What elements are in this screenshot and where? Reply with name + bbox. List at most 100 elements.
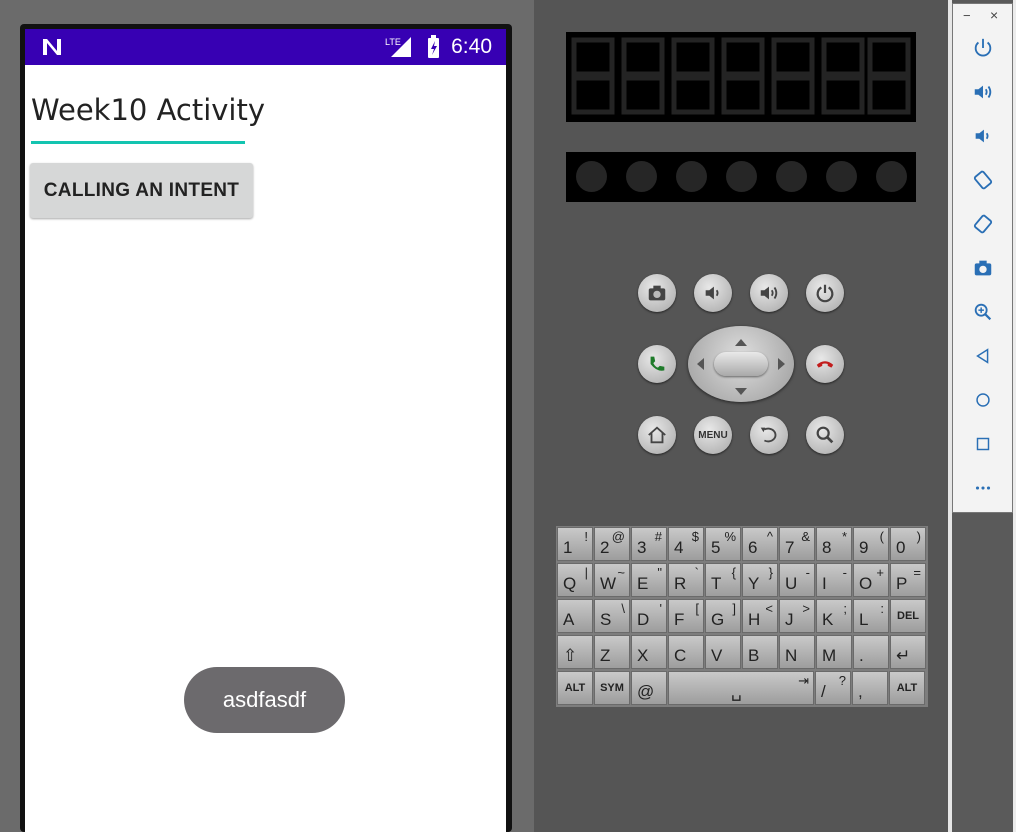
power-button[interactable] <box>806 274 844 312</box>
key-row2-7[interactable]: I- <box>816 563 852 597</box>
screenshot-icon[interactable] <box>972 257 994 279</box>
key-row4-1[interactable]: Z <box>594 635 630 669</box>
key-row2-0[interactable]: Q | <box>557 563 593 597</box>
key-row3-8[interactable]: L: <box>853 599 889 633</box>
volume-down-icon[interactable] <box>972 125 994 147</box>
key-row1-4[interactable]: 5% <box>705 527 741 561</box>
key-row2-3[interactable]: R ` <box>668 563 704 597</box>
key-alt-label: ⇥ <box>798 673 809 688</box>
key-row4-0[interactable]: ⇧ <box>557 635 593 669</box>
key-label: 4 <box>674 538 684 557</box>
key-row3-6[interactable]: J > <box>779 599 815 633</box>
title-edit-field[interactable]: Week10 Activity <box>31 93 265 127</box>
menu-button[interactable]: MENU <box>694 416 732 454</box>
key-alt-label: ' <box>659 601 662 616</box>
dpad-right-arrow-icon[interactable] <box>777 356 787 377</box>
key-row5-0[interactable]: ALT <box>557 671 593 705</box>
key-row2-8[interactable]: O + <box>853 563 889 597</box>
key-row1-2[interactable]: 3 # <box>631 527 667 561</box>
key-row1-5[interactable]: 6 ^ <box>742 527 778 561</box>
key-row5-5[interactable]: , <box>852 671 888 705</box>
key-label: O <box>859 574 873 593</box>
key-row3-3[interactable]: F[ <box>668 599 704 633</box>
dpad-down-arrow-icon[interactable] <box>733 384 749 402</box>
key-row4-3[interactable]: C <box>668 635 704 669</box>
overview-icon[interactable] <box>972 433 994 455</box>
key-row2-9[interactable]: P = <box>890 563 926 597</box>
key-row2-4[interactable]: T{ <box>705 563 741 597</box>
dpad-center-button[interactable] <box>714 352 768 376</box>
key-row2-1[interactable]: W ~ <box>594 563 630 597</box>
camera-button[interactable] <box>638 274 676 312</box>
key-row4-7[interactable]: M <box>816 635 852 669</box>
zoom-icon[interactable] <box>972 301 994 323</box>
back-icon[interactable] <box>972 345 994 367</box>
key-row3-1[interactable]: S \ <box>594 599 630 633</box>
led-indicator <box>776 161 807 192</box>
volume-down-button[interactable] <box>694 274 732 312</box>
calling-intent-button[interactable]: CALLING AN INTENT <box>30 163 253 218</box>
key-alt-label: ] <box>732 601 736 616</box>
key-alt-label: # <box>654 529 662 544</box>
key-alt-label: " <box>657 565 662 580</box>
key-row3-2[interactable]: D ' <box>631 599 667 633</box>
key-label: S <box>600 610 612 629</box>
key-row4-4[interactable]: V <box>705 635 741 669</box>
volume-up-button[interactable] <box>750 274 788 312</box>
key-row5-1[interactable]: SYM <box>594 671 630 705</box>
key-alt-label: ~ <box>617 565 625 580</box>
home-button[interactable] <box>638 416 676 454</box>
more-icon[interactable] <box>972 477 994 499</box>
key-row1-1[interactable]: 2 @ <box>594 527 630 561</box>
key-row4-2[interactable]: X <box>631 635 667 669</box>
emulator-side-toolbar: − × <box>952 3 1013 513</box>
power-icon <box>816 284 834 303</box>
key-label: 3 <box>637 538 647 557</box>
window-minimize-button[interactable]: − <box>963 8 971 23</box>
dpad-left-arrow-icon[interactable] <box>695 356 705 377</box>
key-row4-5[interactable]: B <box>742 635 778 669</box>
key-row5-6[interactable]: ALT <box>889 671 925 705</box>
call-button[interactable] <box>638 345 676 383</box>
key-row2-5[interactable]: Y} <box>742 563 778 597</box>
led-indicator <box>726 161 757 192</box>
key-row5-4[interactable]: /? <box>815 671 851 705</box>
key-label: Z <box>600 646 611 665</box>
key-row3-7[interactable]: K; <box>816 599 852 633</box>
calling-intent-button-label: CALLING AN INTENT <box>43 179 240 201</box>
key-row1-9[interactable]: 0) <box>890 527 926 561</box>
key-row1-0[interactable]: 1! <box>557 527 593 561</box>
led-indicator <box>676 161 707 192</box>
search-button[interactable] <box>806 416 844 454</box>
key-row4-8[interactable]: . <box>853 635 889 669</box>
window-close-button[interactable]: × <box>990 7 998 23</box>
power-icon[interactable] <box>972 37 994 59</box>
rotate-right-icon[interactable] <box>972 213 994 235</box>
key-row5-3[interactable]: ␣ ⇥ <box>668 671 814 705</box>
home-icon[interactable] <box>972 389 994 411</box>
lte-label: LTE <box>385 37 401 47</box>
key-row3-9[interactable]: DEL <box>890 599 926 633</box>
camera-icon <box>648 285 666 301</box>
dpad-up-arrow-icon[interactable] <box>733 334 749 352</box>
key-row4-9[interactable]: ↵ <box>890 635 926 669</box>
key-row4-6[interactable]: N <box>779 635 815 669</box>
key-row1-7[interactable]: 8 * <box>816 527 852 561</box>
key-row3-0[interactable]: A <box>557 599 593 633</box>
key-row5-2[interactable]: @ <box>631 671 667 705</box>
key-row3-4[interactable]: G] <box>705 599 741 633</box>
key-row1-8[interactable]: 9( <box>853 527 889 561</box>
end-call-button[interactable] <box>806 345 844 383</box>
key-label: @ <box>637 682 655 701</box>
key-row1-6[interactable]: 7 & <box>779 527 815 561</box>
key-row1-3[interactable]: 4 $ <box>668 527 704 561</box>
key-alt-label: - <box>842 565 847 580</box>
key-row3-5[interactable]: H < <box>742 599 778 633</box>
key-row2-6[interactable]: U- <box>779 563 815 597</box>
back-button[interactable] <box>750 416 788 454</box>
volume-up-icon[interactable] <box>972 81 994 103</box>
key-alt-label: } <box>768 565 773 580</box>
led-indicator <box>626 161 657 192</box>
key-row2-2[interactable]: E " <box>631 563 667 597</box>
rotate-left-icon[interactable] <box>972 169 994 191</box>
